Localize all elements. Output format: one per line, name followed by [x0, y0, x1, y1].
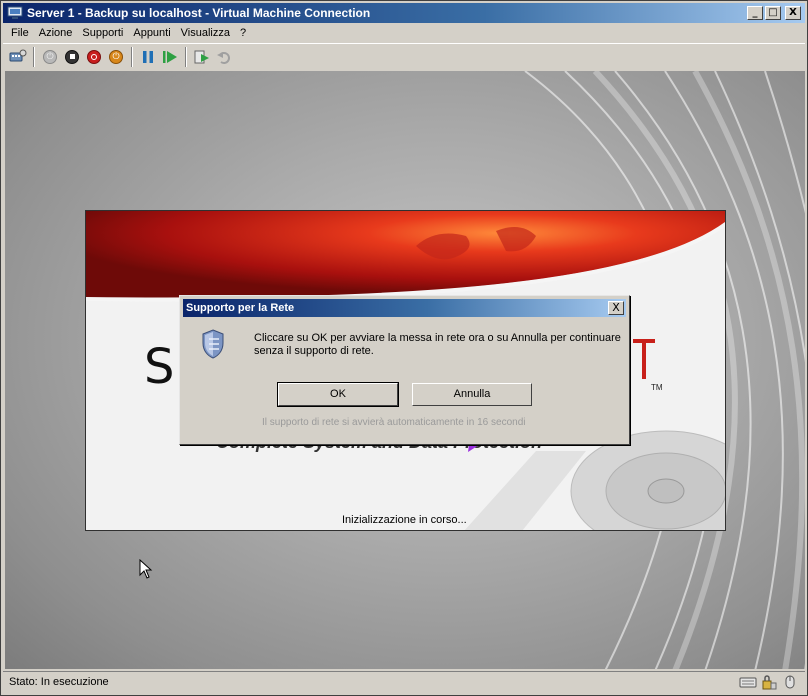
- ctrl-alt-del-icon: [9, 49, 27, 61]
- start-button[interactable]: ⏻: [39, 46, 61, 68]
- mouse-cursor-icon: [139, 559, 153, 579]
- network-support-dialog: Supporto per la Rete X Cliccare su OK pe…: [179, 295, 630, 445]
- ok-button[interactable]: OK: [277, 382, 399, 407]
- vm-connection-icon: [7, 6, 23, 19]
- toolbar-separator: [131, 46, 133, 67]
- revert-button[interactable]: [213, 46, 235, 68]
- maximize-button[interactable]: □: [765, 6, 781, 20]
- status-text: Stato: In esecuzione: [9, 676, 109, 688]
- shutdown-button[interactable]: [83, 46, 105, 68]
- turn-off-icon: [65, 49, 79, 64]
- title-bar[interactable]: Server 1 - Backup su localhost - Virtual…: [3, 3, 805, 23]
- start-icon: ⏻: [43, 49, 57, 64]
- dialog-title-bar[interactable]: Supporto per la Rete X: [183, 299, 626, 317]
- dialog-title: Supporto per la Rete: [186, 302, 295, 314]
- keyboard-icon: [739, 677, 757, 688]
- menu-help[interactable]: ?: [236, 27, 250, 39]
- cancel-button[interactable]: Annulla: [412, 383, 532, 406]
- toolbar: ⏻ ⏻: [3, 43, 805, 69]
- toolbar-separator: [185, 46, 187, 67]
- save-state-button[interactable]: ⏻: [105, 46, 127, 68]
- pause-icon: [143, 50, 153, 63]
- menu-visualizza[interactable]: Visualizza: [177, 27, 234, 39]
- dialog-countdown-note: Il supporto di rete si avvierà automatic…: [262, 417, 526, 428]
- status-bar: Stato: In esecuzione: [3, 671, 805, 693]
- toolbar-separator: [33, 46, 35, 67]
- resume-icon: [163, 50, 177, 63]
- splash-logo-letter: S: [144, 339, 175, 395]
- lock-icon: [762, 675, 777, 690]
- menu-azione[interactable]: Azione: [35, 27, 77, 39]
- splash-logo-mark: [633, 339, 655, 379]
- shield-icon: [202, 329, 224, 359]
- snapshot-button[interactable]: [191, 46, 213, 68]
- close-button[interactable]: X: [785, 6, 801, 20]
- turn-off-button[interactable]: [61, 46, 83, 68]
- revert-icon: [217, 51, 230, 64]
- menu-appunti[interactable]: Appunti: [129, 27, 174, 39]
- splash-banner: [86, 211, 725, 302]
- shutdown-icon: [87, 49, 101, 64]
- mouse-capture-icon: [785, 675, 795, 689]
- window-title: Server 1 - Backup su localhost - Virtual…: [27, 6, 371, 20]
- dialog-message: Cliccare su OK per avviare la messa in r…: [254, 332, 621, 357]
- menu-file[interactable]: File: [7, 27, 33, 39]
- snapshot-icon: [194, 50, 209, 63]
- dialog-close-button[interactable]: X: [608, 301, 624, 315]
- minimize-button[interactable]: _: [747, 6, 763, 20]
- splash-status: Inizializzazione in corso...: [342, 514, 467, 526]
- menu-supporti[interactable]: Supporti: [78, 27, 127, 39]
- resume-button[interactable]: [159, 46, 181, 68]
- splash-trademark: TM: [651, 383, 663, 392]
- menu-bar: File Azione Supporti Appunti Visualizza …: [3, 24, 805, 42]
- ctrl-alt-del-button[interactable]: [7, 46, 29, 68]
- save-state-icon: ⏻: [109, 49, 123, 64]
- vm-connection-window: Server 1 - Backup su localhost - Virtual…: [0, 0, 808, 696]
- pause-button[interactable]: [137, 46, 159, 68]
